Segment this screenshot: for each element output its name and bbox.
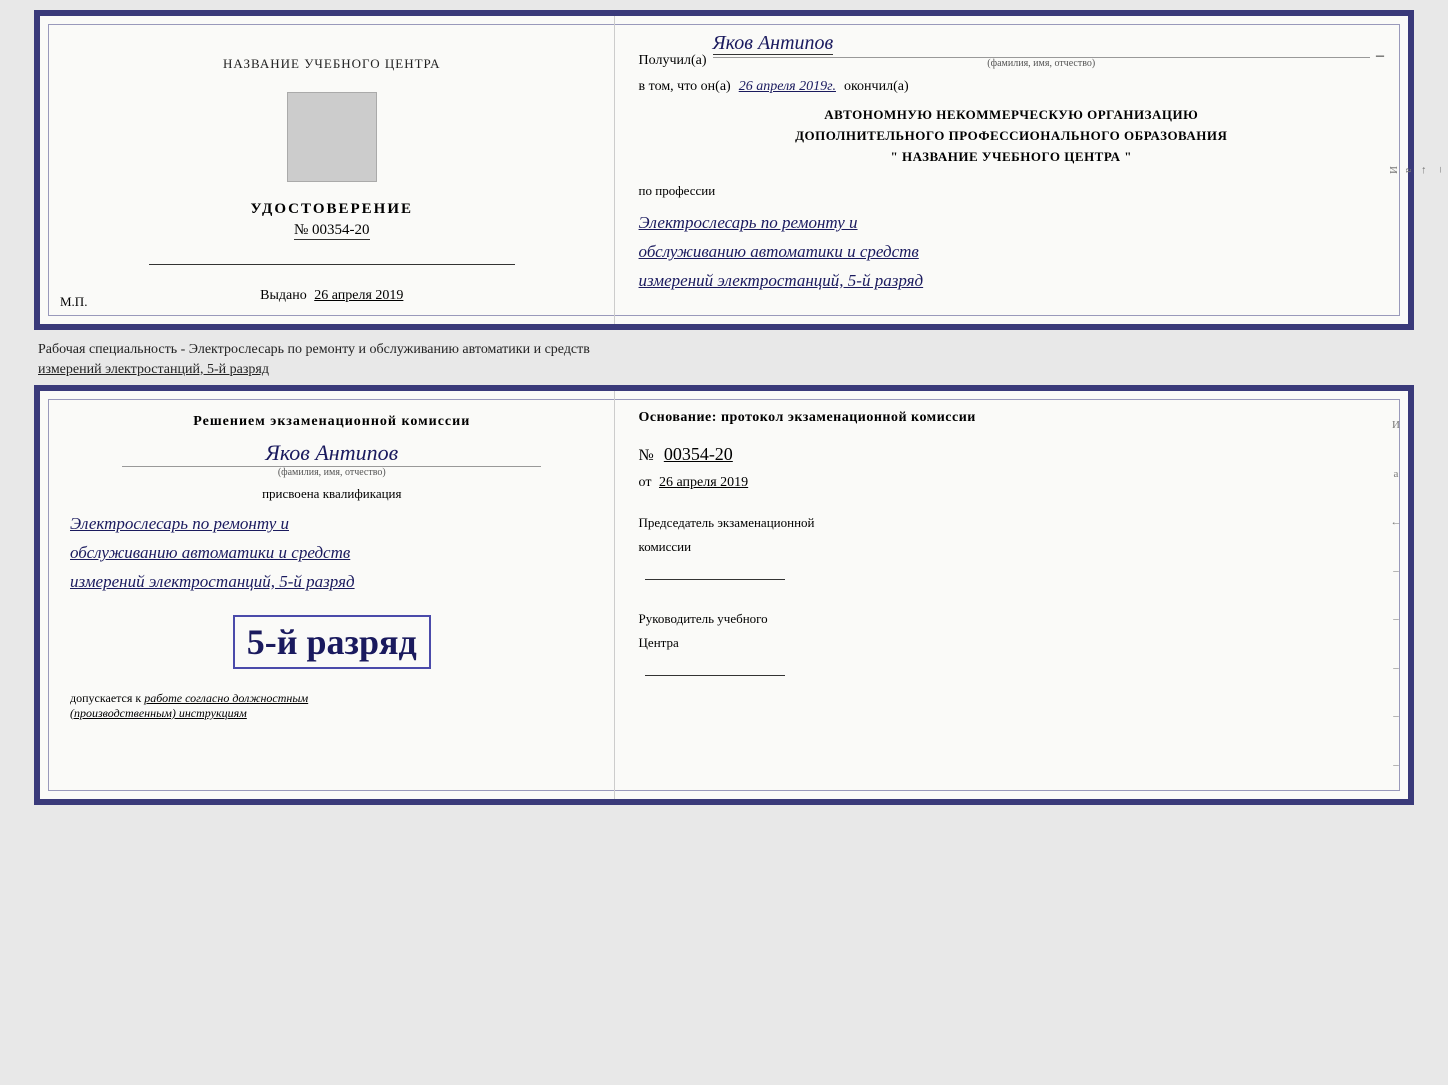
bottom-fio-subtitle: (фамилия, имя, отчество)	[122, 466, 541, 478]
okonchil: окончил(а)	[844, 79, 909, 95]
org-name: НАЗВАНИЕ УЧЕБНОГО ЦЕНТРА	[902, 149, 1121, 164]
bottom-certificate: Решением экзаменационной комиссии Яков А…	[34, 385, 1414, 805]
ot-date: 26 апреля 2019	[659, 475, 748, 490]
top-cert-left: НАЗВАНИЕ УЧЕБНОГО ЦЕНТРА УДОСТОВЕРЕНИЕ №…	[40, 16, 615, 324]
po-professii-label: по профессии	[639, 183, 1384, 199]
director-block: Руководитель учебного Центра	[639, 607, 1384, 683]
org-quote-close: "	[1124, 149, 1132, 164]
cert-title: УДОСТОВЕРЕНИЕ	[251, 201, 414, 218]
number-value: 00354-20	[664, 444, 733, 464]
between-line2: измерений электростанций, 5-й разряд	[38, 360, 1410, 380]
chairman-sig-line	[645, 579, 785, 580]
between-line1: Рабочая специальность - Электрослесарь п…	[38, 340, 1410, 360]
org-line2: ДОПОЛНИТЕЛЬНОГО ПРОФЕССИОНАЛЬНОГО ОБРАЗО…	[639, 126, 1384, 147]
big-rank-block: 5-й разряд	[70, 611, 594, 673]
commission-title: Решением экзаменационной комиссии	[70, 411, 594, 432]
prisvoena-label: присвоена квалификация	[70, 486, 594, 502]
person-name: Яков Антипов	[70, 440, 594, 466]
org-quote-open: "	[891, 149, 899, 164]
recipient-name-block: Яков Антипов (фамилия, имя, отчество)	[713, 32, 1370, 69]
org-line1: АВТОНОМНУЮ НЕКОММЕРЧЕСКУЮ ОРГАНИЗАЦИЮ	[639, 105, 1384, 126]
dopuskaetsya-text: работе согласно должностным	[144, 691, 308, 705]
chairman-block: Председатель экзаменационной комиссии	[639, 511, 1384, 587]
top-school-label: НАЗВАНИЕ УЧЕБНОГО ЦЕНТРА	[223, 56, 440, 72]
poluchil-label: Получил(а)	[639, 53, 707, 69]
between-label: Рабочая специальность - Электрослесарь п…	[34, 334, 1414, 385]
number-label: №	[639, 447, 654, 464]
chairman-label: Председатель экзаменационной	[639, 511, 1384, 534]
bottom-cert-left: Решением экзаменационной комиссии Яков А…	[40, 391, 615, 799]
top-cert-right: Получил(а) Яков Антипов (фамилия, имя, о…	[615, 16, 1408, 324]
profession-line3: измерений электростанций, 5-й разряд	[639, 267, 1384, 296]
center-label: Центра	[639, 631, 1384, 654]
recipient-name: Яков Антипов	[713, 32, 834, 55]
profession-block: Электрослесарь по ремонту и обслуживанию…	[639, 209, 1384, 296]
dopuskaetsya-prefix: допускается к	[70, 691, 141, 705]
vtom-date: 26 апреля 2019г.	[739, 79, 836, 95]
org-block: АВТОНОМНУЮ НЕКОММЕРЧЕСКУЮ ОРГАНИЗАЦИЮ ДО…	[639, 105, 1384, 167]
bottom-profession-block: Электрослесарь по ремонту и обслуживанию…	[70, 510, 594, 597]
top-certificate: НАЗВАНИЕ УЧЕБНОГО ЦЕНТРА УДОСТОВЕРЕНИЕ №…	[34, 10, 1414, 330]
issued-date: 26 апреля 2019	[314, 288, 403, 303]
commission-label: комиссии	[639, 535, 1384, 558]
director-label: Руководитель учебного	[639, 607, 1384, 630]
side-decoration: И а ← – – –	[1387, 16, 1405, 324]
big-rank-label: 5-й разряд	[233, 615, 431, 669]
vtom-prefix: в том, что он(а)	[639, 79, 731, 95]
cert-title-block: УДОСТОВЕРЕНИЕ № 00354-20	[251, 201, 414, 240]
org-name-quotes: " НАЗВАНИЕ УЧЕБНОГО ЦЕНТРА "	[639, 147, 1384, 168]
profession-line1: Электрослесарь по ремонту и	[639, 209, 1384, 238]
vtom-row: в том, что он(а) 26 апреля 2019г. окончи…	[639, 79, 1384, 95]
dopuskaetsya-text2: (производственным) инструкциям	[70, 706, 594, 721]
bottom-profession-line3: измерений электростанций, 5-й разряд	[70, 568, 594, 597]
bottom-cert-right: Основание: протокол экзаменационной коми…	[615, 391, 1408, 799]
person-name-block: Яков Антипов (фамилия, имя, отчество)	[70, 440, 594, 478]
cert-number: № 00354-20	[294, 222, 370, 240]
ot-row: от 26 апреля 2019	[639, 475, 1384, 491]
dash: –	[1376, 47, 1384, 65]
ot-label: от	[639, 475, 652, 490]
bottom-side-decoration: И а ← – – – – –	[1387, 391, 1405, 799]
bottom-profession-line1: Электрослесарь по ремонту и	[70, 510, 594, 539]
number-row: № 00354-20	[639, 444, 1384, 465]
dopuskaetsya-block: допускается к работе согласно должностны…	[70, 691, 594, 721]
director-sig-line	[645, 675, 785, 676]
bottom-profession-line2: обслуживанию автоматики и средств	[70, 539, 594, 568]
issued-label: Выдано	[260, 288, 307, 303]
fio-subtitle: (фамилия, имя, отчество)	[713, 57, 1370, 69]
cert-stamp-image	[287, 92, 377, 182]
recipient-row: Получил(а) Яков Антипов (фамилия, имя, о…	[639, 32, 1384, 69]
profession-line2: обслуживанию автоматики и средств	[639, 238, 1384, 267]
mp-label: М.П.	[60, 294, 87, 310]
osnov-label: Основание: протокол экзаменационной коми…	[639, 407, 1384, 428]
